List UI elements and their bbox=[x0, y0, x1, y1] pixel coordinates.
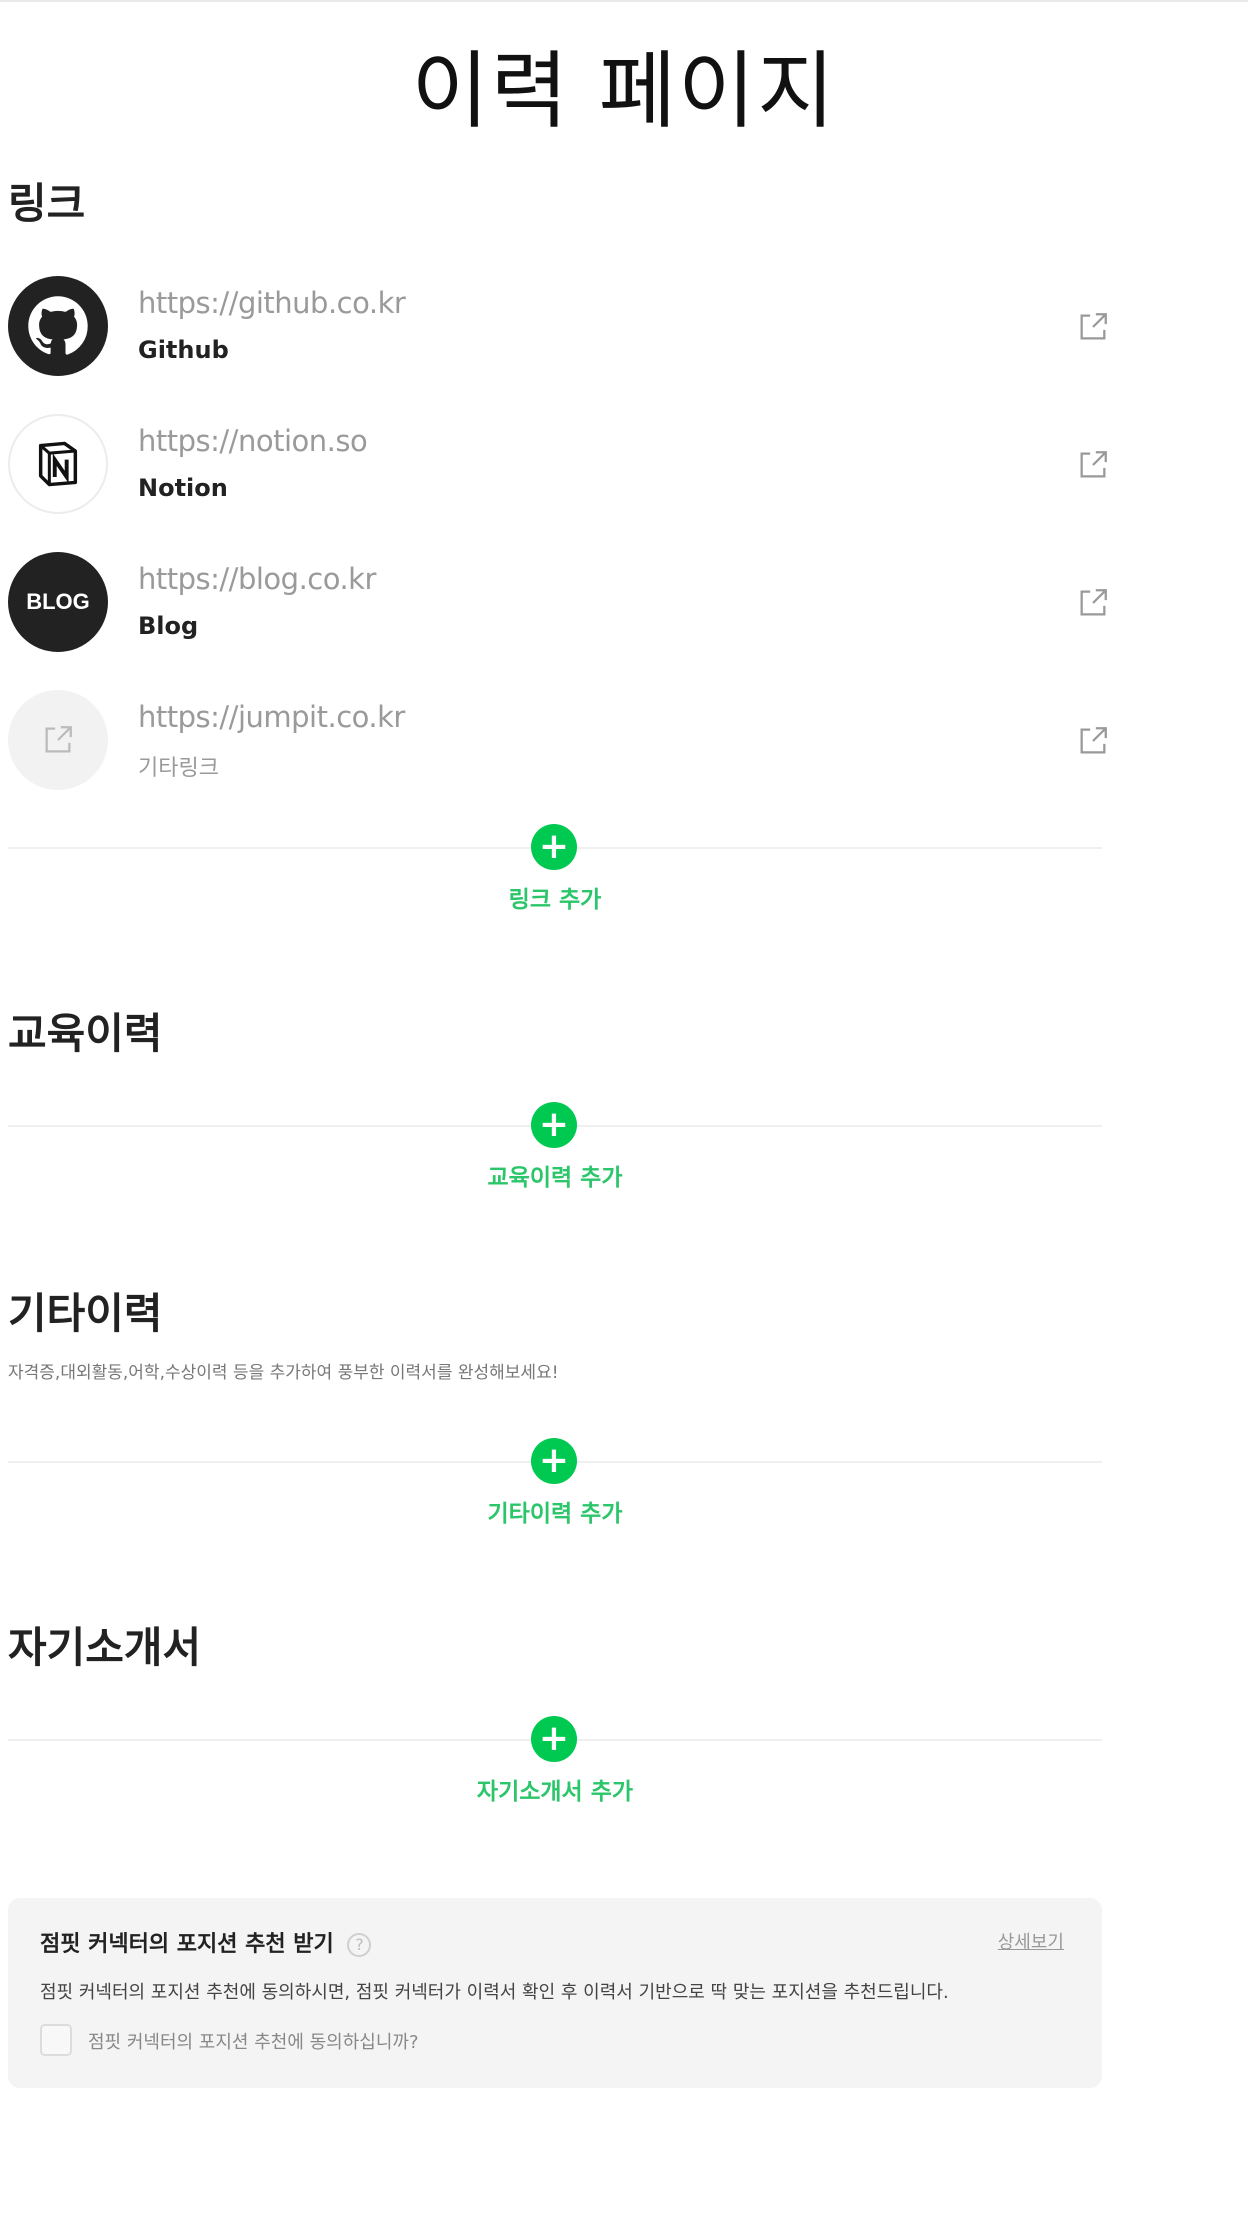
link-url[interactable]: https://jumpit.co.kr bbox=[138, 700, 405, 734]
add-intro-label[interactable]: 자기소개서 추가 bbox=[8, 1772, 1102, 1806]
top-divider bbox=[0, 0, 1248, 2]
other-section-title: 기타이력 bbox=[8, 1289, 163, 1338]
education-section-title: 교육이력 bbox=[8, 1009, 163, 1058]
page-title: 이력 페이지 bbox=[411, 42, 837, 140]
github-icon bbox=[8, 276, 108, 376]
external-link-icon[interactable] bbox=[1076, 310, 1110, 344]
blog-icon-text: BLOG bbox=[26, 589, 90, 614]
add-intro-block: + 자기소개서 추가 bbox=[8, 1716, 1102, 1805]
help-icon[interactable]: ? bbox=[347, 1933, 372, 1957]
link-label: 기타링크 bbox=[138, 756, 219, 781]
add-link-button[interactable]: + bbox=[531, 824, 577, 870]
other-section-description: 자격증,대외활동,어학,수상이력 등을 추가하여 풍부한 이력서를 완성해보세요… bbox=[8, 1363, 559, 1383]
add-education-label[interactable]: 교육이력 추가 bbox=[8, 1158, 1102, 1192]
link-url[interactable]: https://github.co.kr bbox=[138, 286, 406, 320]
link-url[interactable]: https://blog.co.kr bbox=[138, 562, 376, 596]
link-item-other[interactable]: https://jumpit.co.kr 기타링크 bbox=[0, 690, 1110, 800]
agree-checkbox-label[interactable]: 점핏 커넥터의 포지션 추천에 동의하십니까? bbox=[88, 2028, 419, 2054]
recommendation-box: 점핏 커넥터의 포지션 추천 받기 ? 상세보기 점핏 커넥터의 포지션 추천에… bbox=[8, 1898, 1102, 2088]
link-label: Notion bbox=[138, 474, 228, 502]
external-link-icon[interactable] bbox=[1076, 724, 1110, 758]
external-link-icon bbox=[8, 690, 108, 790]
link-item-notion[interactable]: https://notion.so Notion bbox=[0, 414, 1110, 524]
add-education-block: + 교육이력 추가 bbox=[8, 1102, 1102, 1191]
links-section-title: 링크 bbox=[8, 179, 86, 228]
recommendation-title: 점핏 커넥터의 포지션 추천 받기 ? bbox=[40, 1926, 372, 1958]
add-other-block: + 기타이력 추가 bbox=[8, 1438, 1102, 1527]
recommendation-title-text: 점핏 커넥터의 포지션 추천 받기 bbox=[40, 1932, 334, 1957]
external-link-icon[interactable] bbox=[1076, 586, 1110, 620]
notion-icon bbox=[8, 414, 108, 514]
agree-checkbox[interactable] bbox=[40, 2024, 72, 2056]
link-label: Blog bbox=[138, 612, 199, 640]
external-link-icon[interactable] bbox=[1076, 448, 1110, 482]
link-item-blog[interactable]: BLOG https://blog.co.kr Blog bbox=[0, 552, 1110, 662]
add-intro-button[interactable]: + bbox=[531, 1716, 577, 1762]
intro-section-title: 자기소개서 bbox=[8, 1623, 202, 1672]
add-education-button[interactable]: + bbox=[531, 1102, 577, 1148]
link-label: Github bbox=[138, 336, 229, 364]
add-link-label[interactable]: 링크 추가 bbox=[8, 880, 1102, 914]
add-link-block: + 링크 추가 bbox=[8, 824, 1102, 913]
detail-link[interactable]: 상세보기 bbox=[998, 1928, 1064, 1954]
blog-icon: BLOG bbox=[8, 552, 108, 652]
add-other-button[interactable]: + bbox=[531, 1438, 577, 1484]
recommendation-description: 점핏 커넥터의 포지션 추천에 동의하시면, 점핏 커넥터가 이력서 확인 후 … bbox=[40, 1982, 949, 2003]
link-item-github[interactable]: https://github.co.kr Github bbox=[0, 276, 1110, 386]
add-other-label[interactable]: 기타이력 추가 bbox=[8, 1494, 1102, 1528]
link-url[interactable]: https://notion.so bbox=[138, 424, 368, 458]
